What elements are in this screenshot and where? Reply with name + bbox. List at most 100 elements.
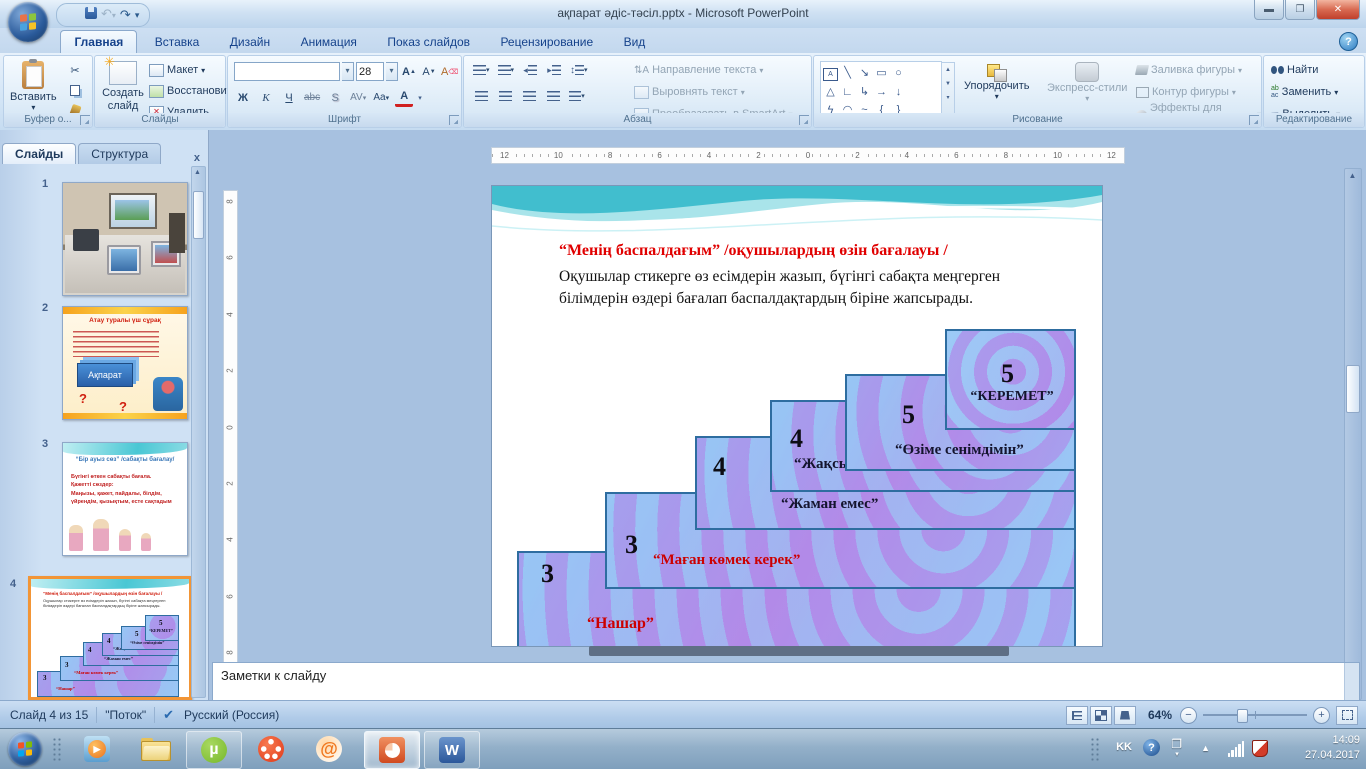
taskbar-word-button[interactable]: W — [424, 731, 480, 769]
redo-button[interactable]: ↷ — [120, 6, 131, 24]
clear-formatting-button[interactable]: А⌫ — [440, 64, 459, 80]
tab-animation[interactable]: Анимация — [288, 31, 370, 54]
layout-button[interactable]: Макет▾ — [149, 61, 237, 79]
align-left-button[interactable] — [472, 88, 490, 104]
tab-design[interactable]: Дизайн — [217, 31, 283, 54]
font-name-combo[interactable] — [234, 62, 340, 81]
cut-button[interactable]: ✂ — [66, 62, 84, 78]
grow-font-button[interactable]: А▲ — [400, 64, 418, 80]
zoom-slider[interactable] — [1203, 714, 1307, 716]
restore-button[interactable]: ❐ — [1285, 0, 1315, 20]
zoom-level[interactable]: 64% — [1148, 708, 1172, 722]
notes-scrollbar[interactable] — [1344, 663, 1359, 700]
shape-down-arrow-icon[interactable]: ↓ — [890, 84, 907, 100]
line-spacing-button[interactable]: ↕▾ — [569, 62, 589, 78]
shape-outline-button[interactable]: Контур фигуры▾ — [1136, 83, 1261, 101]
tray-hidden-icons-button[interactable]: ▲ — [1201, 743, 1210, 753]
shape-triangle-icon[interactable]: △ — [822, 84, 839, 100]
shape-right-arrow-icon[interactable]: → — [873, 84, 890, 100]
find-button[interactable]: Найти — [1271, 61, 1340, 79]
tab-insert[interactable]: Вставка — [142, 31, 213, 54]
taskbar-mailru-button[interactable]: @ — [302, 731, 356, 767]
panel-scrollbar[interactable]: ▲ — [191, 166, 206, 698]
tab-slideshow[interactable]: Показ слайдов — [374, 31, 483, 54]
slideshow-button[interactable] — [1114, 706, 1136, 725]
bold-button[interactable]: Ж — [234, 90, 252, 106]
office-button[interactable] — [8, 2, 48, 42]
arrange-button[interactable]: Упорядочить ▾ — [964, 62, 1029, 101]
tray-clock[interactable]: 14:09 27.04.2017 — [1305, 733, 1360, 763]
tab-slides-thumbnails[interactable]: Слайды — [2, 143, 76, 164]
slide-sorter-button[interactable] — [1090, 706, 1112, 725]
scroll-up-icon[interactable]: ▲ — [1347, 171, 1358, 180]
taskbar-utorrent-button[interactable]: µ — [186, 731, 242, 769]
decrease-indent-button[interactable]: ◂ — [521, 62, 539, 78]
tray-help-icon[interactable]: ? — [1143, 739, 1160, 756]
slide-1-thumbnail[interactable] — [62, 182, 188, 296]
italic-button[interactable]: К — [257, 90, 275, 106]
language-indicator[interactable]: Русский (Россия) — [184, 708, 279, 722]
shape-elbow-icon[interactable]: ∟ — [839, 84, 856, 100]
align-right-button[interactable] — [520, 88, 538, 104]
shape-line-icon[interactable]: ╲ — [839, 65, 856, 81]
panel-close-icon[interactable]: x — [194, 152, 200, 164]
align-center-button[interactable] — [496, 88, 514, 104]
slide-title[interactable]: “Менің баспалдағым” /оқушылардың өзін ба… — [559, 242, 1049, 260]
minimize-button[interactable]: ▬ — [1254, 0, 1284, 20]
text-direction-button[interactable]: ⇅AНаправление текста▾ — [634, 61, 792, 79]
strikethrough-button[interactable]: abc — [303, 90, 321, 106]
shape-elbow-arrow-icon[interactable]: ↳ — [856, 84, 873, 100]
step-6[interactable]: 5 “КЕРЕМЕТ” — [945, 329, 1076, 430]
tray-language-indicator[interactable]: KK — [1116, 741, 1132, 753]
taskbar-wmp-button[interactable]: ▶ — [70, 731, 124, 767]
slide-3-thumbnail[interactable]: “Бір ауыз сөз” /сабақты бағалау/ Бүгінгі… — [62, 442, 188, 556]
shape-textbox-icon[interactable]: A — [823, 68, 838, 81]
main-scrollbar[interactable]: ▲ ▼ — [1344, 168, 1362, 700]
shape-fill-button[interactable]: Заливка фигуры▾ — [1136, 61, 1261, 79]
slide-canvas[interactable]: “Менің баспалдағым” /оқушылардың өзін ба… — [491, 185, 1103, 647]
increase-indent-button[interactable]: ▸ — [545, 62, 563, 78]
vertical-ruler[interactable]: 864202468 — [223, 190, 238, 664]
save-button[interactable] — [85, 6, 97, 24]
panel-scroll-thumb[interactable] — [193, 191, 204, 239]
close-button[interactable]: ✕ — [1316, 0, 1360, 20]
justify-button[interactable] — [544, 88, 562, 104]
align-text-button[interactable]: Выровнять текст▾ — [634, 83, 792, 101]
reset-slide-button[interactable]: Восстановить — [149, 82, 237, 100]
notes-pane[interactable]: Заметки к слайду — [212, 662, 1360, 701]
font-color-dropdown[interactable]: ▾ — [418, 94, 422, 102]
shapes-gallery[interactable]: A╲↘▭○ △∟↳→↓ ϟ◠~{} ▲▼▾ — [820, 61, 942, 120]
quick-styles-button[interactable]: Экспресс-стили ▾ — [1047, 62, 1127, 103]
underline-button[interactable]: Ч — [280, 90, 298, 106]
undo-button[interactable]: ↶▾ — [101, 5, 116, 25]
zoom-in-button[interactable]: + — [1313, 707, 1330, 724]
fit-to-window-button[interactable] — [1336, 706, 1358, 725]
slide-body-text[interactable]: Оқушылар стикерге өз есімдерін жазып, бү… — [559, 266, 1039, 310]
bullets-button[interactable]: ▾ — [472, 62, 491, 78]
taskbar-media-reel-button[interactable] — [244, 731, 298, 767]
tray-window-icon[interactable]: ❐▾ — [1171, 737, 1182, 751]
horizontal-ruler[interactable]: 12108642024681012 — [491, 147, 1125, 164]
font-color-button[interactable]: А — [395, 88, 413, 107]
zoom-out-button[interactable]: − — [1180, 707, 1197, 724]
taskbar-explorer-button[interactable] — [128, 731, 182, 767]
slide-2-thumbnail[interactable]: Атау туралы үш сұрақ Ақпарат ? ? — [62, 306, 188, 420]
replace-button[interactable]: abacЗаменить▾ — [1271, 83, 1340, 101]
tab-review[interactable]: Рецензирование — [487, 31, 606, 54]
shrink-font-button[interactable]: А▼ — [420, 64, 438, 80]
paragraph-dialog-launcher[interactable] — [799, 115, 809, 125]
shape-ellipse-icon[interactable]: ○ — [890, 65, 907, 81]
font-size-dropdown[interactable]: ▾ — [386, 62, 398, 81]
slide-counter[interactable]: Слайд 4 из 15 — [10, 708, 88, 722]
spellcheck-icon[interactable]: ✔ — [163, 707, 174, 723]
text-shadow-button[interactable]: S — [326, 90, 344, 106]
character-spacing-button[interactable]: AV▾ — [349, 90, 367, 106]
numbering-button[interactable]: ▾ — [497, 62, 516, 78]
clipboard-dialog-launcher[interactable] — [80, 115, 90, 125]
tab-home[interactable]: Главная — [60, 30, 137, 54]
font-size-combo[interactable]: 28 — [356, 62, 384, 81]
font-dialog-launcher[interactable] — [449, 115, 459, 125]
shapes-scrollbar[interactable]: ▲▼▾ — [941, 62, 955, 120]
theme-name[interactable]: "Поток" — [105, 708, 146, 722]
tab-outline[interactable]: Структура — [78, 143, 161, 164]
